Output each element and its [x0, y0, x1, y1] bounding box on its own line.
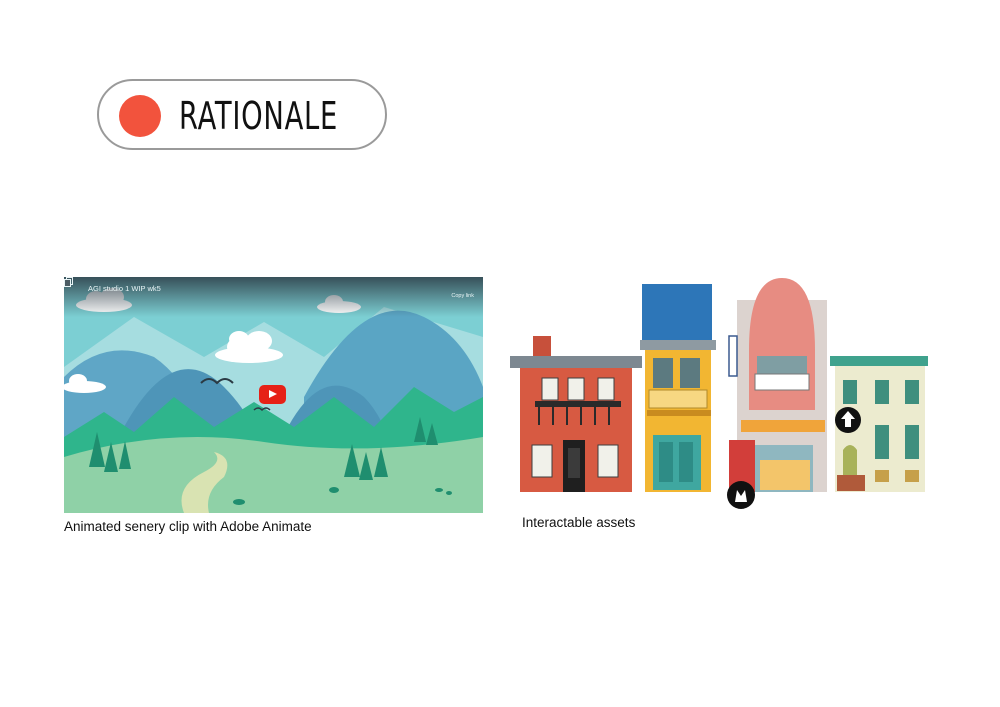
building-assets-illustration	[510, 278, 928, 509]
section-title: RATIONALE	[179, 94, 339, 138]
video-player[interactable]: AGI studio 1 WIP wk5 Copy link	[64, 277, 483, 513]
pink-shop-house	[727, 278, 827, 509]
cream-house	[830, 356, 928, 492]
video-caption: Animated senery clip with Adobe Animate	[64, 519, 312, 534]
yellow-house	[640, 284, 716, 492]
copy-icon[interactable]	[64, 277, 74, 287]
brick-house	[510, 336, 642, 492]
copy-link-label[interactable]: Copy link	[451, 293, 474, 299]
assets-caption: Interactable assets	[522, 515, 636, 530]
red-dot-icon	[119, 95, 161, 137]
youtube-play-icon[interactable]	[259, 385, 286, 404]
video-title: AGI studio 1 WIP wk5	[88, 284, 161, 293]
section-title-pill: RATIONALE	[97, 79, 387, 150]
